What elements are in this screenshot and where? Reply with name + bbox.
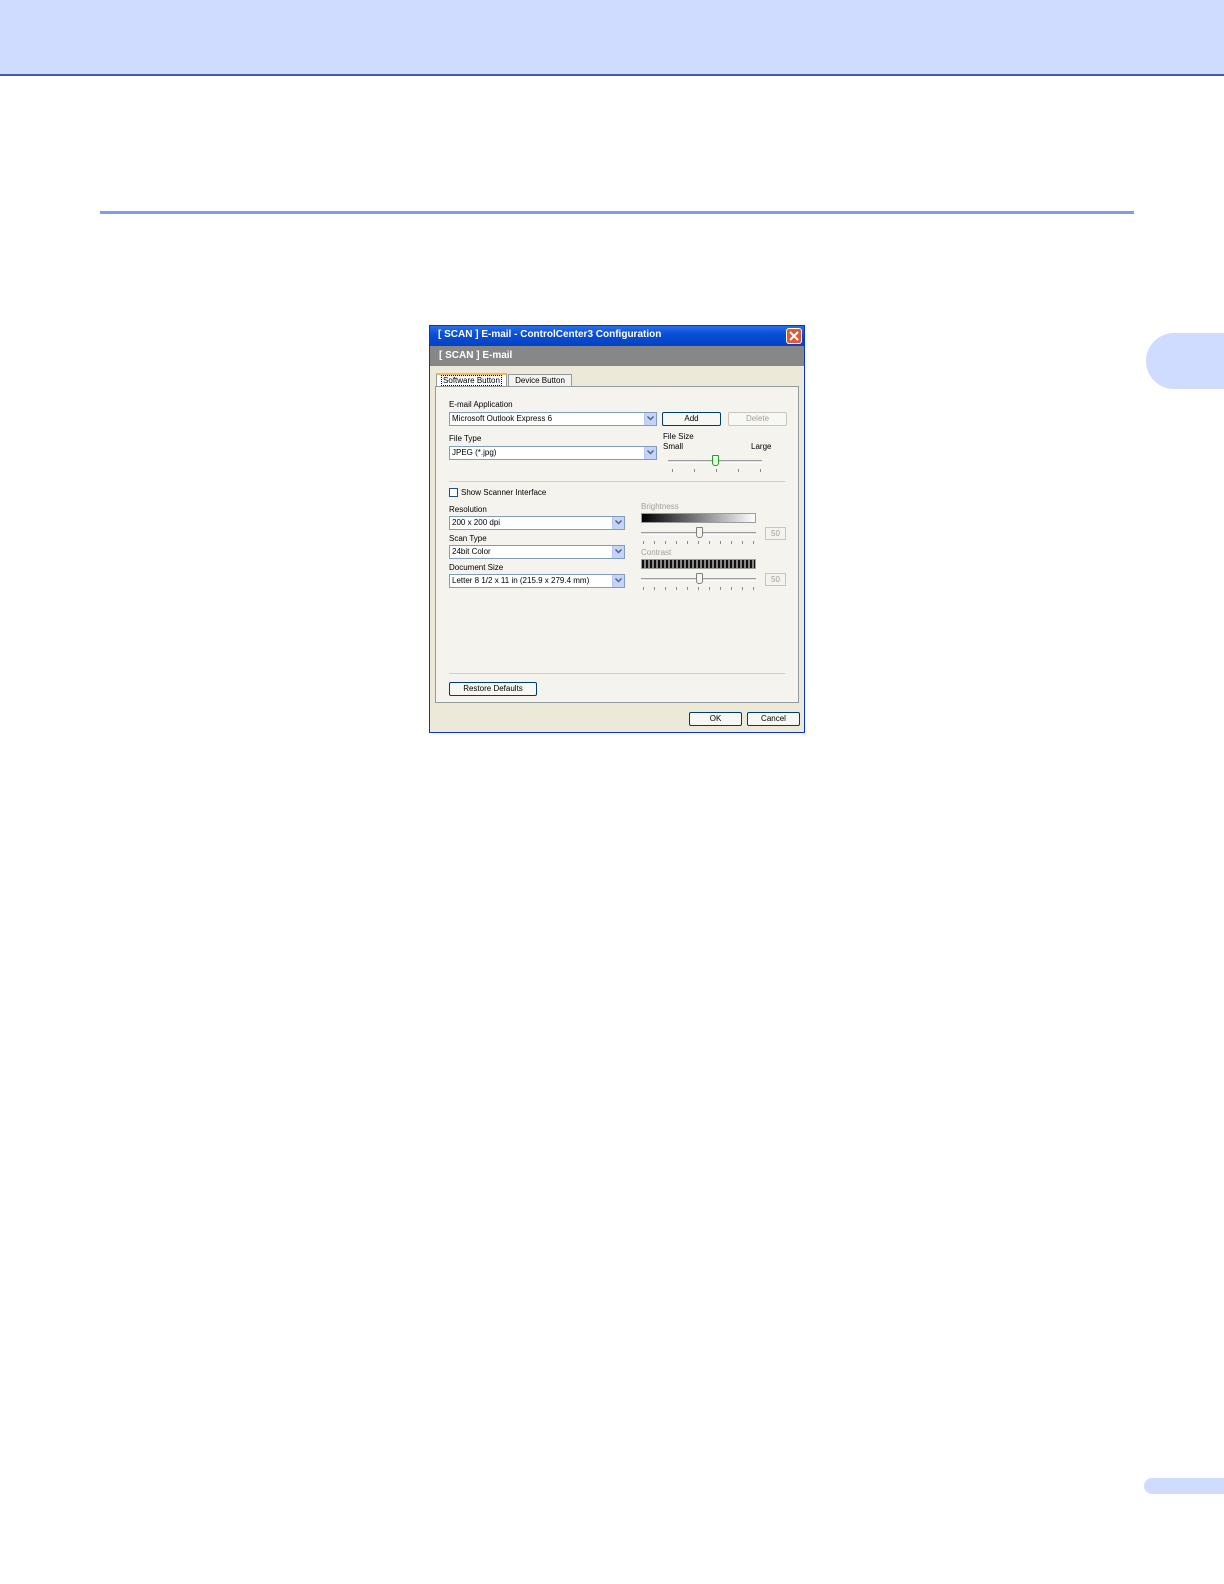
tab-label: Device Button [515,376,565,385]
section-rule [100,211,1134,214]
contrast-label: Contrast [641,548,672,557]
file-size-small-label: Small [663,442,684,451]
document-size-value: Letter 8 1/2 x 11 in (215.9 x 279.4 mm) [452,576,590,585]
dropdown-arrow[interactable] [612,517,624,529]
ok-button[interactable]: OK [689,712,742,726]
resolution-select[interactable]: 200 x 200 dpi [449,516,625,530]
add-button[interactable]: Add [662,412,721,426]
cancel-button[interactable]: Cancel [747,712,800,726]
brightness-value-box[interactable]: 50 [765,527,786,540]
brightness-ticks [641,541,756,544]
dropdown-arrow[interactable] [612,546,624,558]
dialog-titlebar[interactable]: [ SCAN ] E-mail - ControlCenter3 Configu… [430,326,804,346]
software-button-panel: E-mail Application Microsoft Outlook Exp… [435,386,799,703]
dropdown-arrow[interactable] [644,413,656,425]
show-scanner-interface-checkbox[interactable] [449,488,458,497]
contrast-slider-thumb[interactable] [696,573,703,584]
resolution-value: 200 x 200 dpi [452,518,501,527]
file-size-label: File Size [663,432,694,441]
close-button[interactable] [786,328,802,344]
email-config-dialog: [ SCAN ] E-mail - ControlCenter3 Configu… [429,325,805,733]
brightness-gradient [641,513,756,523]
contrast-value-box[interactable]: 50 [765,573,786,586]
file-type-value: JPEG (*.jpg) [452,448,497,457]
chevron-down-icon [647,450,654,455]
document-size-label: Document Size [449,563,504,572]
brightness-slider-thumb[interactable] [696,527,703,538]
email-application-label: E-mail Application [449,400,513,409]
show-scanner-interface-label: Show Scanner Interface [461,488,547,497]
dialog-subheader: [ SCAN ] E-mail [430,346,804,366]
chevron-down-icon [615,578,622,583]
delete-button[interactable]: Delete [728,412,787,426]
chapter-tab [1146,333,1224,389]
dropdown-arrow[interactable] [644,447,656,459]
separator [449,673,785,674]
brightness-label: Brightness [641,502,679,511]
dialog-title: [ SCAN ] E-mail - ControlCenter3 Configu… [438,329,662,340]
file-size-ticks [668,469,762,472]
resolution-label: Resolution [449,505,487,514]
email-application-select[interactable]: Microsoft Outlook Express 6 [449,412,657,426]
contrast-pattern [641,559,756,569]
file-type-label: File Type [449,434,482,443]
subheader-title: [ SCAN ] E-mail [439,350,513,361]
document-size-select[interactable]: Letter 8 1/2 x 11 in (215.9 x 279.4 mm) [449,574,625,588]
restore-defaults-button[interactable]: Restore Defaults [449,682,537,696]
chevron-down-icon [615,520,622,525]
file-type-select[interactable]: JPEG (*.jpg) [449,446,657,460]
contrast-ticks [641,587,756,590]
page-number-tab [1144,1478,1224,1494]
scan-type-label: Scan Type [449,534,487,543]
chevron-down-icon [647,416,654,421]
chevron-down-icon [615,549,622,554]
page-header-band [0,0,1224,76]
file-size-large-label: Large [751,442,772,451]
tab-label: Software Button [441,375,502,386]
scan-type-select[interactable]: 24bit Color [449,545,625,559]
file-size-slider-thumb[interactable] [712,455,719,466]
separator [449,481,785,482]
tab-software-button[interactable]: Software Button [436,373,507,387]
email-application-value: Microsoft Outlook Express 6 [452,414,553,423]
scan-type-value: 24bit Color [452,547,491,556]
dropdown-arrow[interactable] [612,575,624,587]
close-icon [789,331,799,341]
